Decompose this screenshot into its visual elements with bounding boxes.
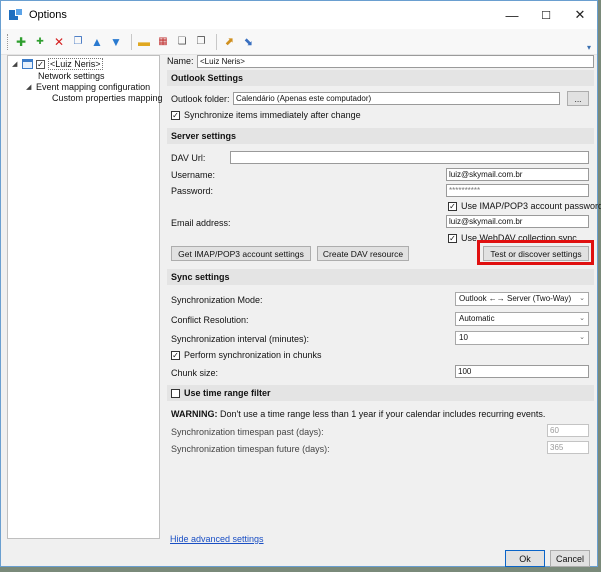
use-imap-password-checkbox[interactable]: ✓ Use IMAP/POP3 account password: [448, 201, 601, 211]
conflict-resolution-select[interactable]: Automatic ⌄: [455, 312, 589, 326]
options-window: Options — ☐ ✕ ✚ ✚ ✕ ❐ ▲ ▼ ▬ ▦ ❏ ❐ ⬈ ⬊ ▾ …: [0, 0, 601, 567]
conflict-resolution-label: Conflict Resolution:: [171, 315, 249, 325]
ok-button[interactable]: Ok: [505, 550, 545, 567]
checkbox-box[interactable]: ✓: [171, 110, 180, 120]
tree-item-custom-properties[interactable]: Custom properties mapping: [52, 92, 163, 104]
username-label: Username:: [171, 170, 216, 180]
minimize-button[interactable]: —: [495, 1, 529, 29]
password-input[interactable]: **********: [446, 184, 589, 197]
toolbar-overflow-icon[interactable]: ▾: [587, 43, 591, 52]
chevron-down-icon[interactable]: ⌄: [579, 332, 585, 344]
sync-interval-select[interactable]: 10 ⌄: [455, 331, 589, 345]
select-value: Automatic: [459, 314, 495, 323]
dav-url-input[interactable]: [230, 151, 589, 164]
warning-bold: WARNING:: [171, 409, 218, 419]
settings-panel: Name: <Luiz Neris> Outlook Settings Outl…: [167, 55, 601, 544]
toolbar: ✚ ✚ ✕ ❐ ▲ ▼ ▬ ▦ ❏ ❐ ⬈ ⬊ ▾: [1, 29, 597, 55]
outlook-settings-header: Outlook Settings: [167, 70, 594, 86]
add-multiple-icon[interactable]: ✚: [32, 34, 48, 50]
folder-icon[interactable]: ▬: [136, 34, 152, 50]
chunk-size-input[interactable]: 100: [455, 365, 589, 378]
toolbar-grip[interactable]: [7, 33, 10, 50]
timespan-past-input[interactable]: 60: [547, 424, 589, 437]
import-icon[interactable]: ⬊: [240, 34, 256, 50]
expand-triangle-icon[interactable]: ◢: [26, 83, 36, 91]
profile-tree: ◢ ✓ <Luiz Neris> Network settings ◢ Even…: [7, 55, 163, 539]
window-title: Options: [29, 9, 67, 21]
time-range-checkbox[interactable]: [171, 388, 180, 398]
hide-advanced-settings-link[interactable]: Hide advanced settings: [170, 534, 264, 544]
chunk-size-label: Chunk size:: [171, 368, 219, 378]
timespan-future-input[interactable]: 365: [547, 441, 589, 454]
move-down-icon[interactable]: ▼: [108, 34, 124, 50]
name-label: Name:: [167, 56, 194, 66]
outlook-folder-input[interactable]: Calendário (Apenas este computador): [233, 92, 560, 105]
tree-item-label: <Luiz Neris>: [48, 58, 103, 70]
sync-mode-select[interactable]: Outlook ←→ Server (Two-Way) ⌄: [455, 292, 589, 306]
time-range-header: Use time range filter: [167, 385, 594, 401]
time-range-header-label: Use time range filter: [184, 388, 271, 398]
tree-item-label: Event mapping configuration: [36, 82, 151, 92]
toolbar-separator: [216, 33, 217, 50]
timespan-past-label: Synchronization timespan past (days):: [171, 427, 324, 437]
sync-immediately-checkbox[interactable]: ✓ Synchronize items immediately after ch…: [171, 110, 361, 120]
server-settings-header: Server settings: [167, 128, 594, 144]
sync-mode-label: Synchronization Mode:: [171, 295, 263, 305]
browse-button[interactable]: ...: [567, 91, 589, 106]
sync-interval-label: Synchronization interval (minutes):: [171, 334, 310, 344]
time-range-warning: WARNING: Don't use a time range less tha…: [171, 409, 545, 419]
maximize-button[interactable]: ☐: [529, 1, 563, 29]
clear-cache-icon[interactable]: ▦: [155, 34, 171, 50]
warning-text: Don't use a time range less than 1 year …: [217, 409, 546, 419]
collapse-icon[interactable]: ❐: [193, 34, 209, 50]
calendar-icon: [22, 59, 33, 69]
chevron-down-icon[interactable]: ⌄: [579, 313, 585, 325]
checkbox-label: Use IMAP/POP3 account password: [461, 201, 601, 211]
create-dav-resource-button[interactable]: Create DAV resource: [317, 246, 409, 261]
checkbox-box[interactable]: ✓: [448, 233, 457, 243]
tree-item-label: Custom properties mapping: [52, 93, 163, 103]
red-highlight-box: [477, 240, 594, 265]
get-imap-settings-button[interactable]: Get IMAP/POP3 account settings: [171, 246, 311, 261]
outlook-folder-label: Outlook folder:: [171, 94, 230, 104]
tree-item-profile[interactable]: ◢ ✓ <Luiz Neris>: [12, 58, 103, 70]
select-value: Outlook ←→ Server (Two-Way): [459, 294, 572, 303]
delete-icon[interactable]: ✕: [51, 34, 67, 50]
email-label: Email address:: [171, 218, 231, 228]
close-button[interactable]: ✕: [563, 1, 597, 29]
checkbox-box[interactable]: ✓: [448, 201, 457, 211]
username-input[interactable]: luiz@skymail.com.br: [446, 168, 589, 181]
profile-checkbox[interactable]: ✓: [36, 59, 45, 69]
title-bar: Options — ☐ ✕: [1, 1, 597, 29]
dav-url-label: DAV Url:: [171, 153, 206, 163]
sync-chunks-checkbox[interactable]: ✓ Perform synchronization in chunks: [171, 350, 322, 360]
app-icon: [9, 8, 23, 22]
expand-icon[interactable]: ❏: [174, 34, 190, 50]
password-label: Password:: [171, 186, 214, 196]
copy-icon[interactable]: ❐: [70, 34, 86, 50]
expand-triangle-icon[interactable]: ◢: [12, 60, 22, 68]
name-input[interactable]: <Luiz Neris>: [197, 55, 594, 68]
select-value: 10: [459, 333, 468, 342]
move-up-icon[interactable]: ▲: [89, 34, 105, 50]
checkbox-box[interactable]: ✓: [171, 350, 180, 360]
checkbox-label: Perform synchronization in chunks: [184, 350, 322, 360]
export-icon[interactable]: ⬈: [221, 34, 237, 50]
add-icon[interactable]: ✚: [13, 34, 29, 50]
chevron-down-icon[interactable]: ⌄: [579, 293, 585, 305]
cancel-button[interactable]: Cancel: [550, 550, 590, 567]
toolbar-separator: [131, 33, 132, 50]
checkbox-label: Synchronize items immediately after chan…: [184, 110, 361, 120]
timespan-future-label: Synchronization timespan future (days):: [171, 444, 330, 454]
email-input[interactable]: luiz@skymail.com.br: [446, 215, 589, 228]
tree-item-label: Network settings: [38, 71, 105, 81]
sync-settings-header: Sync settings: [167, 269, 594, 285]
